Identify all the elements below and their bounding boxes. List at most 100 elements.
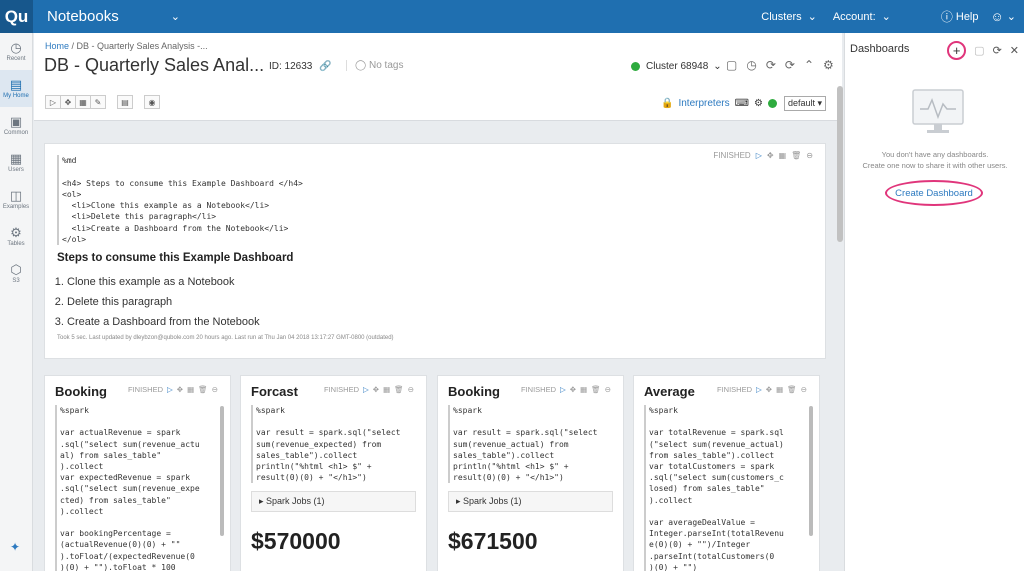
content-scrollbar[interactable] bbox=[837, 86, 843, 242]
code-line: <li>Clone this example as a Notebook</li… bbox=[62, 201, 270, 211]
sidebar-item-users[interactable]: ▦ Users bbox=[0, 144, 32, 181]
trash-icon[interactable]: 🗑 bbox=[198, 385, 208, 394]
code-line: %md bbox=[62, 156, 77, 165]
trash-icon[interactable]: 🗑 bbox=[791, 151, 801, 160]
gear-icon[interactable]: ⊖ bbox=[806, 151, 813, 160]
run-icon[interactable]: ▷ bbox=[363, 385, 369, 394]
gear-icon[interactable]: ⊖ bbox=[801, 385, 807, 394]
clusters-menu[interactable]: Clusters bbox=[761, 11, 801, 23]
notebook-id: ID: 12633 🔗 bbox=[269, 61, 332, 72]
user-avatar-icon[interactable]: ☺ bbox=[991, 9, 1004, 24]
info-button[interactable]: ◉ bbox=[144, 95, 160, 109]
paragraph-status: FINISHED ▷ ✥ ▦ 🗑 ⊖ bbox=[713, 151, 813, 160]
create-dashboard-button[interactable]: Create Dashboard bbox=[885, 180, 983, 206]
run-icon[interactable]: ▷ bbox=[756, 151, 762, 160]
sidebar-item-label: Examples bbox=[2, 204, 30, 210]
refresh-icon[interactable]: ⟳ bbox=[785, 58, 795, 72]
paragraph-card-forecast[interactable]: Forcast FINISHED ▷ ✥ ▦ 🗑 ⊖ %spark var re… bbox=[240, 375, 427, 571]
code-editor[interactable]: %md <h4> Steps to consume this Example D… bbox=[57, 155, 813, 246]
paragraph-card-booking-percentage[interactable]: Booking FINISHED ▷ ✥ ▦ 🗑 ⊖ %spark var ac… bbox=[44, 375, 231, 571]
hide-code-icon[interactable]: ✥ bbox=[570, 385, 576, 394]
lock-icon[interactable]: 🔒 bbox=[661, 98, 673, 109]
interpreters-link[interactable]: Interpreters bbox=[678, 98, 729, 109]
hide-code-icon[interactable]: ✥ bbox=[766, 385, 772, 394]
clear-output-button[interactable]: ✎ bbox=[90, 95, 106, 109]
spark-jobs-toggle[interactable]: ▸ Spark Jobs (1) bbox=[448, 491, 613, 513]
status-badge: FINISHED bbox=[520, 385, 556, 394]
hide-code-icon[interactable]: ✥ bbox=[177, 385, 183, 394]
export-button[interactable]: ▤ bbox=[117, 95, 133, 109]
schedule-icon[interactable]: ◷ bbox=[746, 58, 756, 72]
code-editor[interactable]: %spark var result = spark.sql("select su… bbox=[251, 405, 416, 484]
hide-output-icon[interactable]: ▦ bbox=[187, 385, 194, 394]
default-select[interactable]: default ▾ bbox=[784, 96, 827, 111]
comment-icon[interactable]: ▢ bbox=[726, 58, 737, 72]
interpreter-controls: 🔒 Interpreters ⌨ ⚙ default ▾ bbox=[661, 96, 827, 111]
list-item: Create a Dashboard from the Notebook bbox=[67, 312, 813, 332]
history-icon[interactable]: ⟳ bbox=[766, 58, 776, 72]
chevron-down-icon[interactable]: ⌄ bbox=[171, 10, 180, 23]
app-title[interactable]: Notebooks bbox=[47, 8, 119, 25]
qubole-logo[interactable]: Qu bbox=[0, 0, 33, 33]
chevron-down-icon[interactable]: ⌄ bbox=[808, 10, 817, 23]
sidebar-item-my-home[interactable]: ▤ My Home bbox=[0, 70, 32, 107]
hide-output-icon[interactable]: ▦ bbox=[776, 385, 783, 394]
paragraph-status: FINISHED ▷ ✥ ▦ 🗑 ⊖ bbox=[521, 385, 611, 394]
breadcrumb-home[interactable]: Home bbox=[45, 41, 69, 51]
run-icon[interactable]: ▷ bbox=[560, 385, 566, 394]
chevron-down-icon[interactable]: ⌄ bbox=[882, 10, 891, 23]
gear-icon[interactable]: ⊖ bbox=[605, 385, 611, 394]
trash-icon[interactable]: 🗑 bbox=[591, 385, 601, 394]
spark-jobs-toggle[interactable]: ▸ Spark Jobs (1) bbox=[251, 491, 416, 513]
refresh-icon[interactable]: ⟳ bbox=[993, 44, 1002, 57]
paragraph-status: FINISHED ▷ ✥ ▦ 🗑 ⊖ bbox=[717, 385, 807, 394]
link-icon[interactable]: 🔗 bbox=[319, 61, 331, 72]
sidebar-item-examples[interactable]: ◫ Examples bbox=[0, 181, 32, 218]
scrollbar[interactable] bbox=[809, 406, 813, 536]
examples-icon: ◫ bbox=[9, 188, 23, 203]
hide-output-icon[interactable]: ▦ bbox=[779, 151, 787, 160]
gear-icon[interactable]: ⊖ bbox=[212, 385, 218, 394]
keyboard-icon[interactable]: ⌨ bbox=[735, 98, 749, 109]
settings-icon[interactable]: ⚙ bbox=[823, 58, 834, 72]
code-line: <li>Delete this paragraph</li> bbox=[62, 212, 217, 222]
tags-field[interactable]: ◯ No tags bbox=[346, 60, 403, 71]
add-dashboard-button[interactable]: + bbox=[947, 41, 967, 60]
hide-output-icon[interactable]: ▦ bbox=[580, 385, 587, 394]
trash-icon[interactable]: 🗑 bbox=[394, 385, 404, 394]
code-editor[interactable]: %spark var totalRevenue = spark.sql ("se… bbox=[644, 405, 809, 571]
sidebar-item-recent[interactable]: ◷ Recent bbox=[0, 33, 32, 70]
gear-icon[interactable]: ⚙ bbox=[754, 98, 763, 109]
run-icon[interactable]: ▷ bbox=[756, 385, 762, 394]
close-icon[interactable]: ✕ bbox=[1010, 44, 1019, 57]
comment-icon[interactable]: ▢ bbox=[974, 44, 984, 57]
panel-actions: + ▢ ⟳ ✕ bbox=[947, 41, 1019, 60]
run-all-button[interactable]: ▷ bbox=[45, 95, 61, 109]
trash-icon[interactable]: 🗑 bbox=[787, 385, 797, 394]
hide-code-icon[interactable]: ✥ bbox=[767, 151, 774, 160]
scrollbar[interactable] bbox=[220, 406, 224, 536]
gear-icon[interactable]: ⊖ bbox=[408, 385, 414, 394]
output-list: Clone this example as a Notebook Delete … bbox=[67, 272, 813, 332]
markdown-paragraph[interactable]: FINISHED ▷ ✥ ▦ 🗑 ⊖ %md <h4> Steps to con… bbox=[44, 143, 826, 359]
hide-code-button[interactable]: ✥ bbox=[60, 95, 76, 109]
cluster-selector[interactable]: Cluster 68948 ⌄ bbox=[631, 61, 722, 72]
hide-output-icon[interactable]: ▦ bbox=[383, 385, 390, 394]
code-editor[interactable]: %spark var actualRevenue = spark .sql("s… bbox=[55, 405, 220, 571]
hide-output-button[interactable]: ▦ bbox=[75, 95, 91, 109]
help-icon[interactable]: ⓘ bbox=[941, 8, 953, 25]
account-menu[interactable]: Account: bbox=[833, 11, 876, 23]
hide-code-icon[interactable]: ✥ bbox=[373, 385, 379, 394]
paragraph-card-average-deal-value[interactable]: Average FINISHED ▷ ✥ ▦ 🗑 ⊖ %spark var to… bbox=[633, 375, 820, 571]
status-badge: FINISHED bbox=[713, 151, 751, 160]
sidebar-item-common[interactable]: ▣ Common bbox=[0, 107, 32, 144]
help-link[interactable]: Help bbox=[956, 11, 979, 23]
chevron-down-icon[interactable]: ⌄ bbox=[1007, 10, 1016, 23]
collapse-icon[interactable]: ⌃ bbox=[804, 58, 814, 72]
code-editor[interactable]: %spark var result = spark.sql("select su… bbox=[448, 405, 613, 484]
paragraph-card-booking[interactable]: Booking FINISHED ▷ ✥ ▦ 🗑 ⊖ %spark var re… bbox=[437, 375, 624, 571]
sidebar-item-s3[interactable]: ⬡ S3 bbox=[0, 255, 32, 292]
pin-icon[interactable]: ✦ bbox=[10, 540, 20, 554]
sidebar-item-tables[interactable]: ⚙ Tables bbox=[0, 218, 32, 255]
run-icon[interactable]: ▷ bbox=[167, 385, 173, 394]
